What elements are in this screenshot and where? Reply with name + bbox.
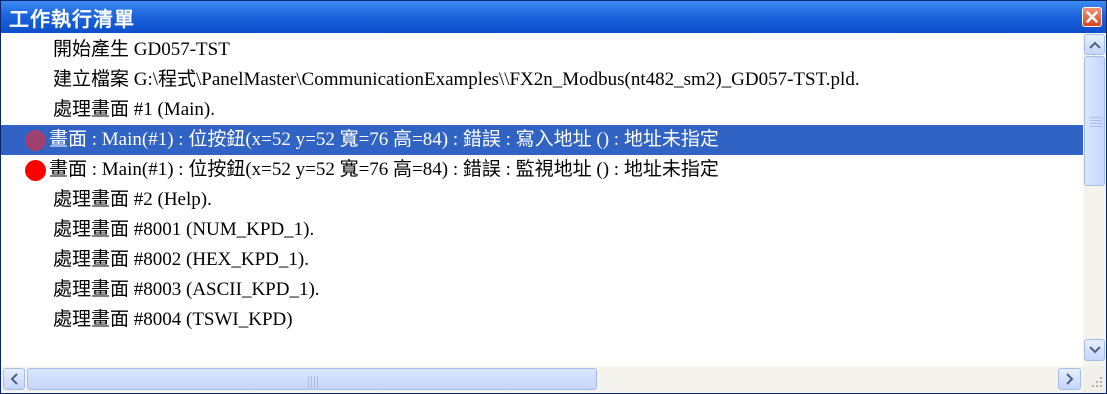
- task-list-window: 工作執行清單 開始產生 GD057-TST 建立檔案 G:\程式\PanelMas…: [0, 0, 1107, 394]
- log-row[interactable]: 建立檔案 G:\程式\PanelMaster\CommunicationExam…: [1, 65, 1083, 95]
- log-row[interactable]: 畫面 : Main(#1) : 位按鈕(x=52 y=52 寬=76 高=84)…: [1, 155, 1083, 185]
- scroll-down-button[interactable]: [1084, 339, 1105, 361]
- log-row-text: 處理畫面 #2 (Help).: [53, 189, 212, 210]
- horizontal-scroll-thumb[interactable]: [27, 368, 597, 390]
- log-row[interactable]: 處理畫面 #8004 (TSWI_KPD): [1, 305, 1083, 335]
- log-row-text: 開始產生 GD057-TST: [53, 39, 230, 60]
- chevron-down-icon: [1088, 346, 1101, 354]
- chevron-left-icon: [10, 373, 18, 385]
- resize-grip[interactable]: [1083, 366, 1106, 393]
- log-row[interactable]: 畫面 : Main(#1) : 位按鈕(x=52 y=52 寬=76 高=84)…: [1, 125, 1083, 155]
- log-row-text: 處理畫面 #8002 (HEX_KPD_1).: [53, 249, 309, 270]
- error-dot-icon: [25, 130, 46, 151]
- log-row[interactable]: 處理畫面 #2 (Help).: [1, 185, 1083, 215]
- scroll-right-button[interactable]: [1058, 368, 1081, 390]
- close-icon: [1086, 11, 1098, 23]
- log-row[interactable]: 處理畫面 #1 (Main).: [1, 95, 1083, 125]
- error-dot-icon: [25, 160, 46, 181]
- log-row[interactable]: 處理畫面 #8003 (ASCII_KPD_1).: [1, 275, 1083, 305]
- vertical-scroll-thumb[interactable]: [1084, 56, 1105, 186]
- log-row-text: 處理畫面 #8004 (TSWI_KPD): [53, 309, 293, 330]
- horizontal-scrollbar[interactable]: [1, 366, 1083, 393]
- window-title: 工作執行清單: [9, 8, 135, 31]
- close-button[interactable]: [1082, 7, 1102, 27]
- log-row-text: 建立檔案 G:\程式\PanelMaster\CommunicationExam…: [53, 69, 860, 90]
- log-row-text: 處理畫面 #1 (Main).: [53, 99, 216, 120]
- scroll-left-button[interactable]: [3, 368, 25, 390]
- title-bar[interactable]: 工作執行清單: [1, 1, 1106, 33]
- vertical-scrollbar[interactable]: [1083, 33, 1106, 366]
- log-row-text: 畫面 : Main(#1) : 位按鈕(x=52 y=52 寬=76 高=84)…: [49, 129, 719, 150]
- chevron-up-icon: [1088, 41, 1101, 49]
- log-row[interactable]: 開始產生 GD057-TST: [1, 35, 1083, 65]
- log-row[interactable]: 處理畫面 #8002 (HEX_KPD_1).: [1, 245, 1083, 275]
- chevron-right-icon: [1065, 373, 1073, 385]
- log-row-text: 畫面 : Main(#1) : 位按鈕(x=52 y=52 寬=76 高=84)…: [49, 159, 719, 180]
- log-row[interactable]: 處理畫面 #8001 (NUM_KPD_1).: [1, 215, 1083, 245]
- log-row-text: 處理畫面 #8003 (ASCII_KPD_1).: [53, 279, 320, 300]
- scroll-up-button[interactable]: [1084, 34, 1105, 55]
- log-row-text: 處理畫面 #8001 (NUM_KPD_1).: [53, 219, 315, 240]
- log-list[interactable]: 開始產生 GD057-TST 建立檔案 G:\程式\PanelMaster\Com…: [1, 33, 1083, 366]
